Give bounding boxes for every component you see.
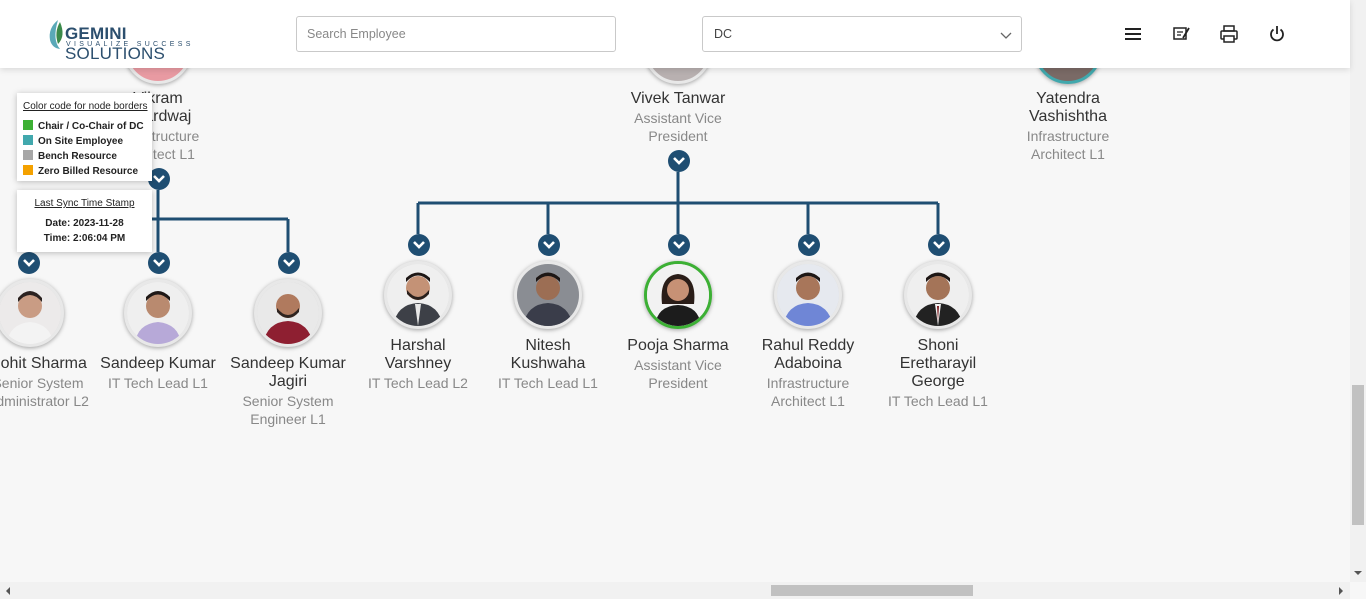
last-sync-panel: Last Sync Time Stamp Date: 2023-11-28 Ti… [17,190,152,252]
node-name: Rahul Reddy Adaboina [761,337,855,372]
node-role: Assistant Vice President [634,110,722,144]
avatar-sandeep-kumar[interactable] [124,279,192,347]
print-icon[interactable] [1219,24,1239,44]
expand-button[interactable] [148,252,170,274]
node-name: Harshal Varshney [384,337,452,372]
expand-button[interactable] [18,252,40,274]
sync-title: Last Sync Time Stamp [34,198,135,209]
scroll-down-arrow-icon[interactable] [1353,568,1363,578]
expand-button[interactable] [928,234,950,256]
node-name: Sandeep Kumar Jagiri [230,355,346,390]
center-connector [416,172,940,234]
legend-label: Zero Billed Resource [38,166,139,177]
chevron-down-icon [803,241,815,249]
gemini-logo[interactable]: GEMINI SOLUTIONS VISUALIZE SUCCESS [46,18,216,63]
chevron-down-icon [153,175,165,183]
horizontal-scrollbar-thumb[interactable] [771,585,973,596]
avatar-sandeep-jagiri[interactable] [254,279,322,347]
app-header: GEMINI SOLUTIONS VISUALIZE SUCCESS DC [0,0,1350,68]
expand-button[interactable] [668,150,690,172]
chevron-down-icon [673,157,685,165]
node-name: Pooja Sharma [627,337,729,354]
chevron-down-icon [933,241,945,249]
chevron-down-icon [543,241,555,249]
node-role: IT Tech Lead L1 [108,375,208,391]
department-select-value: DC [714,27,733,41]
scroll-right-arrow-icon[interactable] [1336,586,1346,596]
chevron-down-icon [413,241,425,249]
sync-date: Date: 2023-11-28 [45,218,124,229]
avatar-nitesh[interactable] [514,261,582,329]
legend-label: Chair / Co-Chair of DC [38,121,144,132]
feedback-icon[interactable] [1171,24,1191,44]
expand-button[interactable] [278,252,300,274]
expand-button[interactable] [408,234,430,256]
node-role: Infrastructure Architect L1 [766,375,850,409]
sync-time: Time: 2:06:04 PM [43,233,126,244]
node-role: IT Tech Lead L1 [498,375,598,391]
org-chart: Vikram Bhardwaj Infrastructure Architect L… [0,0,1350,582]
avatar-harshal[interactable] [384,261,452,329]
legend-swatch [23,135,33,145]
avatar-pooja[interactable] [644,261,712,329]
horizontal-scrollbar[interactable] [0,582,1350,599]
legend-label: Bench Resource [38,151,117,162]
search-employee-input[interactable] [296,16,616,52]
node-name: Rohit Sharma [0,355,87,372]
node-role: IT Tech Lead L2 [368,375,468,391]
node-role: IT Tech Lead L1 [888,393,988,409]
node-name: Yatendra Vashishtha [1029,90,1107,125]
department-select[interactable]: DC [702,16,1022,52]
legend-item: Bench Resource [23,150,117,162]
legend-item: Chair / Co-Chair of DC [23,120,144,132]
node-role: Senior SystemAdministrator L2 [0,375,89,409]
node-role: Assistant Vice President [634,357,722,391]
node-role: Infrastructure Architect L1 [1026,128,1110,162]
expand-button[interactable] [798,234,820,256]
chevron-down-icon [1000,32,1012,39]
power-icon[interactable] [1267,24,1287,44]
legend-item: Zero Billed Resource [23,165,138,177]
vertical-scrollbar-thumb[interactable] [1352,385,1364,525]
avatar-shoni[interactable] [904,261,972,329]
legend-title: Color code for node borders [23,101,148,112]
border-color-legend: Color code for node borders Chair / Co-C… [17,93,152,181]
node-name: Nitesh Kushwaha [510,337,586,372]
menu-icon[interactable] [1123,24,1143,44]
chevron-down-icon [673,241,685,249]
node-name: Vivek Tanwar [630,90,726,107]
legend-swatch [23,150,33,160]
node-role: Senior System Engineer L1 [242,393,334,427]
expand-button[interactable] [538,234,560,256]
legend-swatch [23,120,33,130]
chevron-down-icon [23,259,35,267]
chevron-down-icon [283,259,295,267]
node-name: Sandeep Kumar [100,355,216,372]
avatar-rahul[interactable] [774,261,842,329]
legend-swatch [23,165,33,175]
chevron-down-icon [153,259,165,267]
expand-button[interactable] [668,234,690,256]
node-name: Shoni Eretharayil George [899,337,977,390]
logo-tagline: VISUALIZE SUCCESS [66,41,194,48]
legend-label: On Site Employee [38,136,124,147]
scroll-left-arrow-icon[interactable] [3,586,13,596]
legend-item: On Site Employee [23,135,123,147]
